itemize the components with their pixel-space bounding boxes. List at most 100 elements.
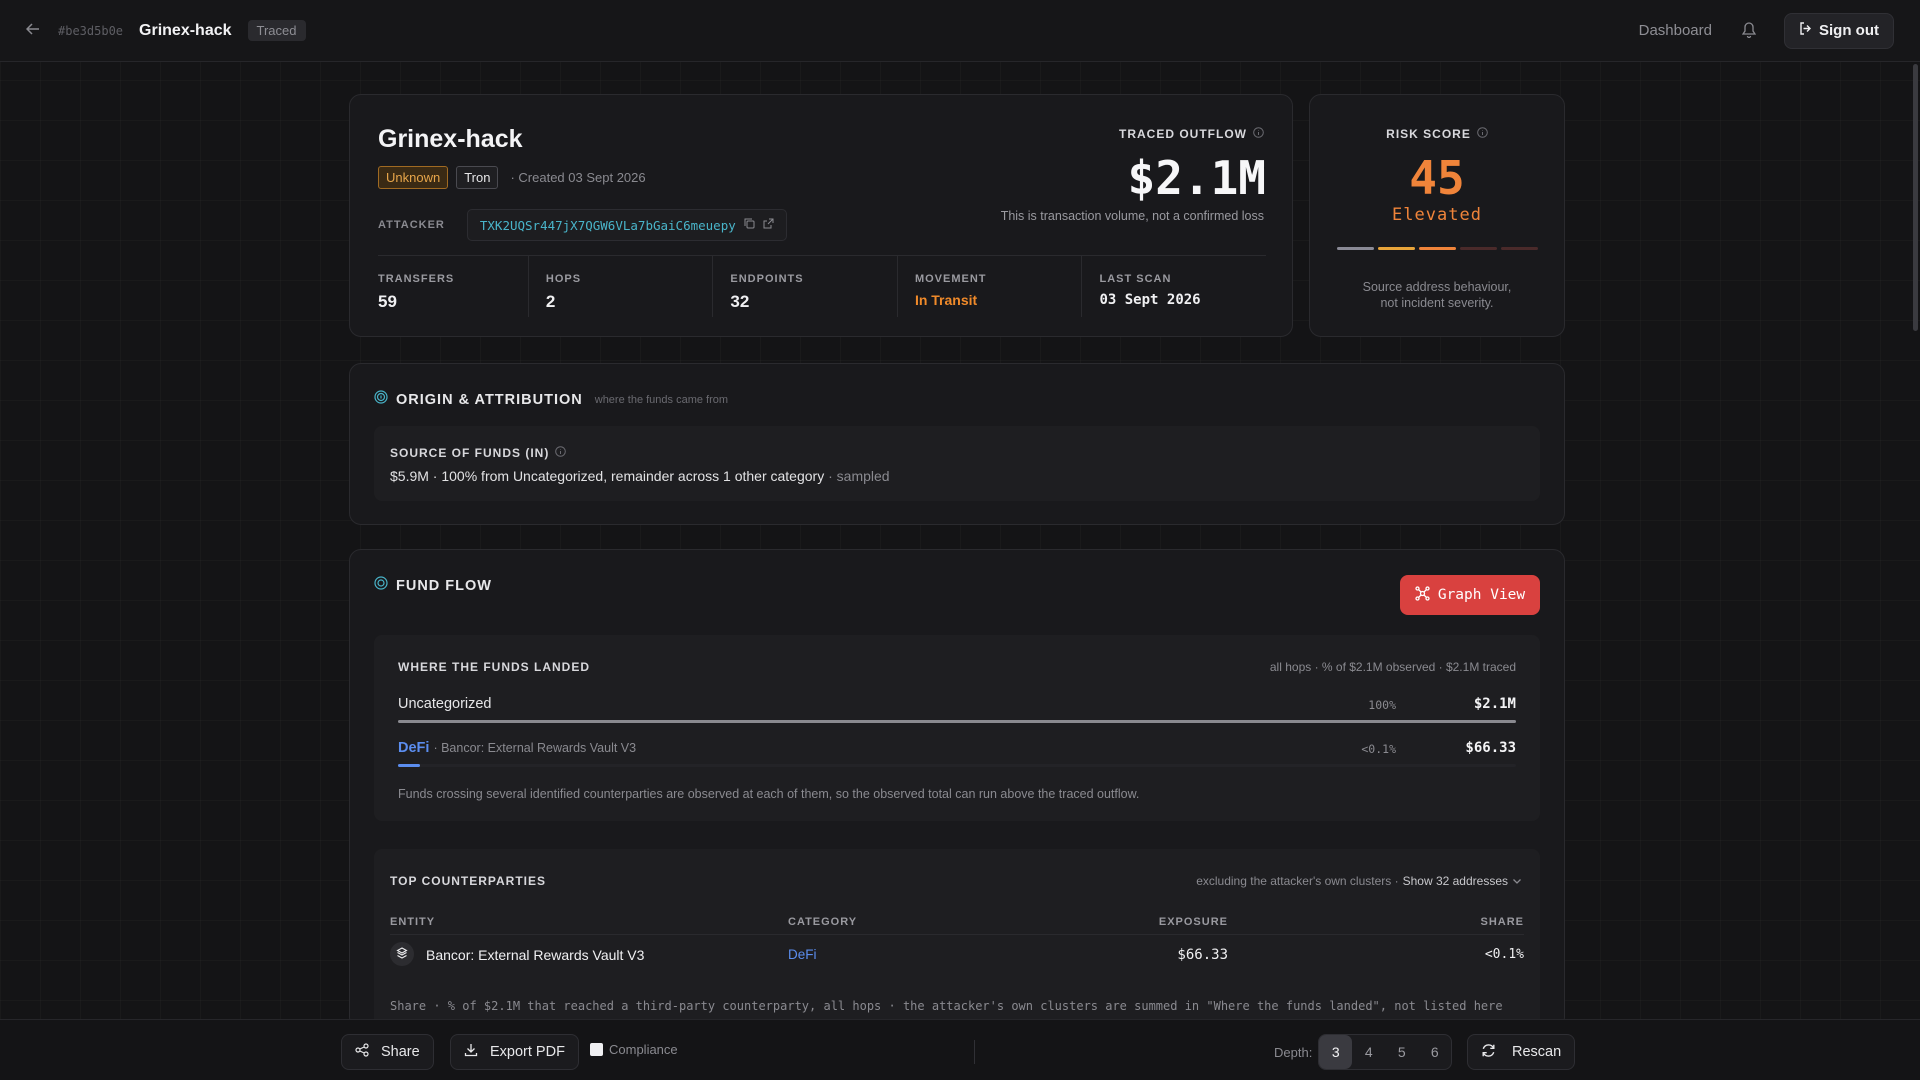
landed-row-defi[interactable]: DeFi · Bancor: External Rewards Vault V3… (398, 740, 1516, 774)
case-title: Grinex-hack (139, 21, 232, 39)
table-row[interactable]: Bancor: External Rewards Vault V3 DeFi $… (390, 935, 1524, 975)
sign-out-button[interactable]: Sign out (1784, 12, 1894, 49)
share-button[interactable]: Share (341, 1034, 434, 1070)
origin-attribution-card: ORIGIN & ATTRIBUTION where the funds cam… (349, 363, 1565, 525)
chain-tag: Tron (456, 166, 499, 189)
dashboard-link[interactable]: Dashboard (1639, 22, 1712, 39)
external-link-icon[interactable] (763, 216, 774, 234)
risk-meter (1337, 247, 1538, 250)
column-share[interactable]: SHARE (1480, 916, 1524, 928)
traced-outflow-value: $2.1M (1127, 151, 1266, 205)
fingerprint-icon (374, 390, 388, 409)
risk-tag: Unknown (378, 166, 449, 189)
graph-view-button[interactable]: Graph View (1400, 575, 1540, 615)
case-id: #be3d5b0e (58, 23, 124, 38)
depth-options: 3456 (1318, 1034, 1453, 1070)
show-addresses-toggle[interactable]: Show 32 addresses (1403, 874, 1508, 888)
graph-icon (1415, 585, 1430, 605)
funds-landed-note: Funds crossing several identified counte… (398, 787, 1140, 801)
bancor-logo-icon (390, 942, 414, 966)
depth-option-4[interactable]: 4 (1352, 1035, 1385, 1069)
created-date: · Created 03 Sept 2026 (510, 170, 646, 185)
compliance-checkbox[interactable] (590, 1043, 603, 1056)
column-category[interactable]: CATEGORY (788, 916, 857, 928)
risk-meter-segment (1378, 247, 1415, 250)
outflow-note: This is transaction volume, not a confir… (1000, 209, 1264, 223)
case-stats: TRANSFERS 59 HOPS 2 ENDPOINTS 32 MOVEMEN… (378, 255, 1266, 317)
share-bar-fill (398, 764, 421, 767)
rescan-button[interactable]: Rescan (1467, 1034, 1576, 1070)
download-icon (464, 1043, 478, 1061)
depth-label: Depth: (1274, 1044, 1313, 1060)
attacker-label: ATTACKER (378, 219, 445, 231)
entity-share: <0.1% (1484, 947, 1524, 962)
scrollbar[interactable] (1913, 64, 1918, 331)
fund-flow-title: FUND FLOW (396, 577, 492, 594)
share-footnote: Share · % of $2.1M that reached a third-… (390, 999, 1503, 1013)
depth-option-3[interactable]: 3 (1319, 1035, 1353, 1069)
column-exposure[interactable]: EXPOSURE (1159, 916, 1228, 928)
bell-icon[interactable] (1741, 21, 1758, 40)
risk-note: Source address behaviour, not incident s… (1362, 280, 1512, 310)
stat-hops: HOPS 2 (527, 256, 713, 317)
copy-icon[interactable] (744, 216, 755, 234)
fund-flow-card: FUND FLOW Graph View WHERE THE FUNDS LAN… (349, 549, 1565, 1030)
refresh-icon (1481, 1043, 1496, 1062)
share-bar-fill (398, 720, 1516, 723)
toolbar-divider (974, 1040, 975, 1064)
entity-category: DeFi (788, 947, 817, 962)
info-icon[interactable] (1477, 125, 1488, 143)
attacker-address-box: TXK2UQSr447jX7QGW6VLa7bGaiC6meuepy (466, 209, 787, 241)
export-pdf-button[interactable]: Export PDF (450, 1034, 579, 1070)
risk-level: Elevated (1392, 205, 1482, 225)
source-of-funds-label: SOURCE OF FUNDS (IN) (390, 446, 550, 460)
sign-out-label: Sign out (1819, 22, 1879, 39)
stat-endpoints: ENDPOINTS 32 (712, 256, 897, 317)
chevron-down-icon[interactable] (1512, 874, 1522, 888)
case-summary-card: Grinex-hack Unknown Tron · Created 03 Se… (349, 94, 1293, 337)
target-icon (374, 576, 388, 595)
origin-subtitle: where the funds came from (594, 393, 729, 406)
column-entity[interactable]: ENTITY (390, 916, 435, 928)
export-pdf-label: Export PDF (490, 1044, 565, 1060)
rescan-label: Rescan (1512, 1044, 1562, 1060)
compliance-option[interactable]: Compliance (590, 1042, 678, 1057)
table-header: ENTITY CATEGORY EXPOSURE SHARE (390, 911, 1524, 935)
risk-meter-segment (1337, 247, 1374, 250)
status-badge: Traced (247, 20, 306, 41)
source-of-funds-panel: SOURCE OF FUNDS (IN) $5.9M · 100% from U… (374, 426, 1540, 501)
stat-movement: MOVEMENT In Transit (896, 256, 1082, 317)
risk-meter-segment (1419, 247, 1456, 250)
share-icon (355, 1043, 369, 1061)
entity-name[interactable]: Bancor: External Rewards Vault V3 (426, 947, 644, 963)
back-arrow-icon[interactable] (25, 22, 56, 40)
source-of-funds-text: $5.9M · 100% from Uncategorized, remaind… (390, 468, 890, 484)
sign-out-icon (1799, 22, 1812, 39)
depth-selector: Depth: 3456 (1274, 1034, 1453, 1070)
risk-score-value: 45 (1409, 151, 1465, 205)
stat-transfers: TRANSFERS 59 (378, 273, 455, 311)
funds-landed-panel: WHERE THE FUNDS LANDED all hops · % of $… (374, 635, 1540, 821)
depth-option-6[interactable]: 6 (1418, 1035, 1451, 1069)
risk-meter-segment (1501, 247, 1538, 250)
counterparties-meta: excluding the attacker's own clusters · (1196, 874, 1399, 888)
entity-exposure: $66.33 (1177, 947, 1228, 963)
case-heading: Grinex-hack (378, 125, 523, 153)
funds-landed-meta: all hops · % of $2.1M observed · $2.1M t… (1269, 660, 1516, 674)
bottom-toolbar: Share Export PDF Compliance Depth: 3456 … (0, 1019, 1920, 1080)
landed-row-uncategorized[interactable]: Uncategorized 100% $2.1M (398, 696, 1516, 730)
risk-meter-segment (1460, 247, 1497, 250)
risk-score-label: RISK SCORE (1386, 127, 1471, 141)
top-counterparties-title: TOP COUNTERPARTIES (390, 874, 547, 888)
info-icon[interactable] (1253, 125, 1264, 143)
depth-option-5[interactable]: 5 (1385, 1035, 1418, 1069)
graph-view-label: Graph View (1437, 587, 1526, 603)
top-counterparties-panel: TOP COUNTERPARTIES excluding the attacke… (374, 849, 1540, 1030)
traced-outflow-label: TRACED OUTFLOW (1119, 127, 1247, 141)
funds-landed-title: WHERE THE FUNDS LANDED (398, 660, 590, 674)
info-icon[interactable] (555, 444, 567, 462)
share-label: Share (381, 1044, 420, 1060)
stat-last-scan: LAST SCAN 03 Sept 2026 (1081, 256, 1266, 317)
attacker-address[interactable]: TXK2UQSr447jX7QGW6VLa7bGaiC6meuepy (480, 218, 736, 233)
compliance-label: Compliance (609, 1042, 678, 1057)
